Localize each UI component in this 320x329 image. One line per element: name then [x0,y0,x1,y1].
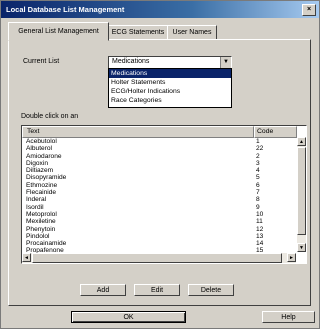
scroll-right-icon[interactable]: ► [287,253,296,262]
table-row[interactable]: Mexiletine 11 [22,218,296,225]
cell-text: Albuterol [26,145,53,153]
cell-text: Procainamide [26,240,67,248]
vertical-scrollbar[interactable]: ▲ ▼ [297,137,306,252]
dropdown-option[interactable]: Medications [109,69,231,78]
dropdown-option[interactable]: Holter Statements [109,78,231,87]
cell-code: 2 [256,152,260,160]
table-row[interactable]: Acebutolol 1 [22,138,296,145]
add-button[interactable]: Add [80,284,126,296]
current-list-value: Medications [112,58,150,65]
table-row[interactable]: Amiodarone 2 [22,153,296,160]
table-row[interactable]: Ethmozine 6 [22,182,296,189]
table-row[interactable]: Albuterol 22 [22,145,296,152]
table-row[interactable]: Digoxin 3 [22,160,296,167]
horizontal-scrollbar[interactable]: ◄ ► [22,253,296,263]
cell-text: Inderal [26,196,47,204]
current-list-label: Current List [23,58,60,65]
tab-general-list-management[interactable]: General List Management [8,22,109,41]
cell-code: 5 [256,174,260,182]
table-rows: Acebutolol 1 Albuterol 22 Amiodarone 2 Digo… [22,138,296,255]
list-table[interactable]: Text Code Acebutolol 1 Albuterol 22 Amioda… [21,125,307,264]
column-header-text-label: Text [27,128,40,135]
cell-text: Ethmozine [26,181,58,189]
cell-text: Metoprolol [26,210,57,218]
ok-button[interactable]: OK [71,311,186,323]
cell-code: 13 [256,232,264,240]
close-button[interactable]: × [302,4,316,16]
scroll-left-icon[interactable]: ◄ [22,253,31,262]
cell-code: 3 [256,159,260,167]
list-management-dialog: Local Database List Management × General… [0,0,320,329]
table-row[interactable]: Pindolol 13 [22,233,296,240]
cell-text: Mexiletine [26,218,56,226]
cell-code: 7 [256,189,260,197]
edit-button[interactable]: Edit [134,284,180,296]
table-row[interactable]: Phenytoin 12 [22,226,296,233]
cell-code: 10 [256,210,264,218]
table-row[interactable]: Diltiazem 4 [22,167,296,174]
instruction-text: Double click on an [21,113,79,120]
cell-text: Digoxin [26,159,48,167]
scroll-up-icon[interactable]: ▲ [297,137,306,146]
cell-code: 8 [256,196,260,204]
current-list-dropdown: Medications Holter Statements ECG/Holter… [108,68,232,108]
cell-code: 6 [256,181,260,189]
cell-text: Pindolol [26,232,50,240]
scroll-down-icon[interactable]: ▼ [297,243,306,252]
dropdown-option[interactable]: ECG/Holter Indications [109,87,231,96]
chevron-down-icon[interactable]: ▼ [220,57,231,68]
column-header-code[interactable]: Code [254,126,297,138]
delete-button[interactable]: Delete [188,284,234,296]
column-header-text[interactable]: Text [22,126,254,138]
cell-text: Isordil [26,203,44,211]
cell-code: 4 [256,167,260,175]
window-title: Local Database List Management [6,5,125,14]
table-row[interactable]: Inderal 8 [22,196,296,203]
cell-code: 1 [256,138,260,145]
cell-text: Amiodarone [26,152,62,160]
cell-text: Disopyramide [26,174,67,182]
table-row[interactable]: Disopyramide 5 [22,174,296,181]
cell-code: 22 [256,145,264,153]
cell-code: 11 [256,218,263,226]
cell-text: Acebutolol [26,138,57,145]
title-bar[interactable]: Local Database List Management × [1,1,319,18]
table-row[interactable]: Flecainide 7 [22,189,296,196]
table-row[interactable]: Procainamide 14 [22,240,296,247]
table-row[interactable]: Metoprolol 10 [22,211,296,218]
table-row[interactable]: Isordil 9 [22,204,296,211]
cell-code: 14 [256,240,264,248]
horizontal-scroll-thumb[interactable] [32,253,282,263]
cell-text: Diltiazem [26,167,54,175]
vertical-scroll-thumb[interactable] [297,147,306,235]
cell-code: 12 [256,225,264,233]
cell-code: 9 [256,203,260,211]
help-button[interactable]: Help [262,311,315,323]
dropdown-option[interactable]: Race Categories [109,96,231,105]
cell-text: Flecainide [26,189,57,197]
cell-text: Phenytoin [26,225,56,233]
column-header-code-label: Code [257,128,274,135]
